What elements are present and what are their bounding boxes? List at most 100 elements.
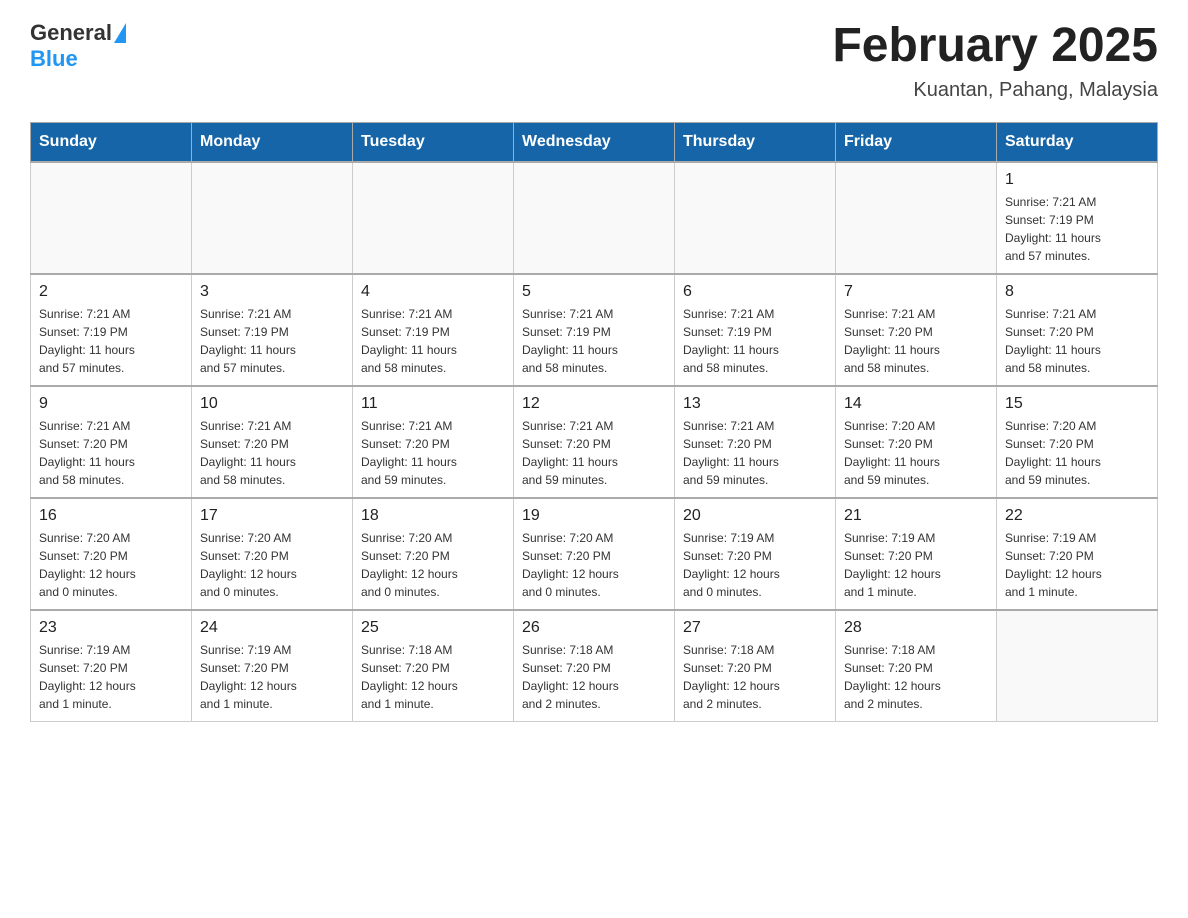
logo-blue-text: Blue: [30, 46, 78, 72]
day-header-tuesday: Tuesday: [353, 122, 514, 162]
day-info: Sunrise: 7:20 AM Sunset: 7:20 PM Dayligh…: [1005, 417, 1149, 489]
day-number: 14: [844, 395, 988, 413]
day-info: Sunrise: 7:19 AM Sunset: 7:20 PM Dayligh…: [844, 529, 988, 601]
day-number: 1: [1005, 171, 1149, 189]
day-number: 18: [361, 507, 505, 525]
day-info: Sunrise: 7:18 AM Sunset: 7:20 PM Dayligh…: [683, 641, 827, 713]
calendar-cell: 17 Sunrise: 7:20 AM Sunset: 7:20 PM Dayli…: [192, 498, 353, 610]
day-number: 9: [39, 395, 183, 413]
calendar-cell: 4 Sunrise: 7:21 AM Sunset: 7:19 PM Daylig…: [353, 274, 514, 386]
day-info: Sunrise: 7:20 AM Sunset: 7:20 PM Dayligh…: [522, 529, 666, 601]
day-number: 4: [361, 283, 505, 301]
calendar-cell: 18 Sunrise: 7:20 AM Sunset: 7:20 PM Dayli…: [353, 498, 514, 610]
day-info: Sunrise: 7:21 AM Sunset: 7:19 PM Dayligh…: [200, 305, 344, 377]
day-number: 17: [200, 507, 344, 525]
day-number: 11: [361, 395, 505, 413]
calendar-cell: 24 Sunrise: 7:19 AM Sunset: 7:20 PM Dayli…: [192, 610, 353, 722]
calendar-cell: 5Sunrise: 7:21 AM Sunset: 7:19 PM Daylig…: [514, 274, 675, 386]
day-info: Sunrise: 7:20 AM Sunset: 7:20 PM Dayligh…: [361, 529, 505, 601]
day-number: 28: [844, 619, 988, 637]
day-info: Sunrise: 7:21 AM Sunset: 7:19 PM Dayligh…: [361, 305, 505, 377]
day-info: Sunrise: 7:18 AM Sunset: 7:20 PM Dayligh…: [361, 641, 505, 713]
calendar-cell: 12Sunrise: 7:21 AM Sunset: 7:20 PM Dayli…: [514, 386, 675, 498]
day-info: Sunrise: 7:20 AM Sunset: 7:20 PM Dayligh…: [200, 529, 344, 601]
day-number: 20: [683, 507, 827, 525]
calendar-cell: [31, 162, 192, 274]
day-info: Sunrise: 7:20 AM Sunset: 7:20 PM Dayligh…: [39, 529, 183, 601]
day-number: 27: [683, 619, 827, 637]
day-number: 12: [522, 395, 666, 413]
calendar-cell: 23 Sunrise: 7:19 AM Sunset: 7:20 PM Dayli…: [31, 610, 192, 722]
day-number: 10: [200, 395, 344, 413]
day-number: 24: [200, 619, 344, 637]
day-header-friday: Friday: [836, 122, 997, 162]
day-header-thursday: Thursday: [675, 122, 836, 162]
day-info: Sunrise: 7:21 AM Sunset: 7:19 PM Dayligh…: [39, 305, 183, 377]
day-info: Sunrise: 7:19 AM Sunset: 7:20 PM Dayligh…: [683, 529, 827, 601]
calendar-cell: 6 Sunrise: 7:21 AM Sunset: 7:19 PM Daylig…: [675, 274, 836, 386]
calendar-cell: 20 Sunrise: 7:19 AM Sunset: 7:20 PM Dayli…: [675, 498, 836, 610]
calendar-cell: 1 Sunrise: 7:21 AM Sunset: 7:19 PM Daylig…: [997, 162, 1158, 274]
day-info: Sunrise: 7:21 AM Sunset: 7:20 PM Dayligh…: [683, 417, 827, 489]
logo: General Blue: [30, 20, 126, 72]
calendar-cell: 27 Sunrise: 7:18 AM Sunset: 7:20 PM Dayli…: [675, 610, 836, 722]
day-number: 6: [683, 283, 827, 301]
calendar-cell: 14 Sunrise: 7:20 AM Sunset: 7:20 PM Dayli…: [836, 386, 997, 498]
logo-general-text: General: [30, 20, 112, 46]
calendar-cell: 3 Sunrise: 7:21 AM Sunset: 7:19 PM Daylig…: [192, 274, 353, 386]
week-row-4: 16 Sunrise: 7:20 AM Sunset: 7:20 PM Dayli…: [31, 498, 1158, 610]
logo-triangle-icon: [114, 23, 126, 43]
day-number: 3: [200, 283, 344, 301]
day-number: 13: [683, 395, 827, 413]
day-number: 2: [39, 283, 183, 301]
day-number: 21: [844, 507, 988, 525]
day-info: Sunrise: 7:20 AM Sunset: 7:20 PM Dayligh…: [844, 417, 988, 489]
calendar-cell: [836, 162, 997, 274]
calendar-title: February 2025: [832, 20, 1158, 73]
calendar-cell: 9Sunrise: 7:21 AM Sunset: 7:20 PM Daylig…: [31, 386, 192, 498]
day-info: Sunrise: 7:18 AM Sunset: 7:20 PM Dayligh…: [522, 641, 666, 713]
calendar-cell: 10 Sunrise: 7:21 AM Sunset: 7:20 PM Dayli…: [192, 386, 353, 498]
day-info: Sunrise: 7:18 AM Sunset: 7:20 PM Dayligh…: [844, 641, 988, 713]
day-info: Sunrise: 7:21 AM Sunset: 7:20 PM Dayligh…: [361, 417, 505, 489]
day-number: 5: [522, 283, 666, 301]
day-header-saturday: Saturday: [997, 122, 1158, 162]
day-header-monday: Monday: [192, 122, 353, 162]
calendar-cell: 22 Sunrise: 7:19 AM Sunset: 7:20 PM Dayli…: [997, 498, 1158, 610]
calendar-cell: [997, 610, 1158, 722]
day-header-wednesday: Wednesday: [514, 122, 675, 162]
day-info: Sunrise: 7:19 AM Sunset: 7:20 PM Dayligh…: [1005, 529, 1149, 601]
title-block: February 2025 Kuantan, Pahang, Malaysia: [832, 20, 1158, 102]
calendar-cell: [353, 162, 514, 274]
calendar-cell: [192, 162, 353, 274]
calendar-cell: 19 Sunrise: 7:20 AM Sunset: 7:20 PM Dayli…: [514, 498, 675, 610]
calendar-cell: 11 Sunrise: 7:21 AM Sunset: 7:20 PM Dayli…: [353, 386, 514, 498]
day-info: Sunrise: 7:21 AM Sunset: 7:20 PM Dayligh…: [1005, 305, 1149, 377]
calendar-cell: 8Sunrise: 7:21 AM Sunset: 7:20 PM Daylig…: [997, 274, 1158, 386]
calendar-cell: 21 Sunrise: 7:19 AM Sunset: 7:20 PM Dayli…: [836, 498, 997, 610]
calendar-subtitle: Kuantan, Pahang, Malaysia: [832, 79, 1158, 102]
day-number: 25: [361, 619, 505, 637]
day-info: Sunrise: 7:21 AM Sunset: 7:19 PM Dayligh…: [1005, 193, 1149, 265]
calendar-cell: 7Sunrise: 7:21 AM Sunset: 7:20 PM Daylig…: [836, 274, 997, 386]
calendar-cell: 2 Sunrise: 7:21 AM Sunset: 7:19 PM Daylig…: [31, 274, 192, 386]
calendar-header-row: SundayMondayTuesdayWednesdayThursdayFrid…: [31, 122, 1158, 162]
calendar-table: SundayMondayTuesdayWednesdayThursdayFrid…: [30, 122, 1158, 722]
day-number: 23: [39, 619, 183, 637]
day-number: 16: [39, 507, 183, 525]
day-info: Sunrise: 7:21 AM Sunset: 7:19 PM Dayligh…: [683, 305, 827, 377]
page-header: General Blue February 2025 Kuantan, Paha…: [30, 20, 1158, 102]
day-number: 19: [522, 507, 666, 525]
calendar-cell: 28 Sunrise: 7:18 AM Sunset: 7:20 PM Dayli…: [836, 610, 997, 722]
week-row-3: 9 Sunrise: 7:21 AM Sunset: 7:20 PM Daylig…: [31, 386, 1158, 498]
day-info: Sunrise: 7:21 AM Sunset: 7:20 PM Dayligh…: [200, 417, 344, 489]
calendar-cell: 13 Sunrise: 7:21 AM Sunset: 7:20 PM Dayli…: [675, 386, 836, 498]
day-number: 26: [522, 619, 666, 637]
day-info: Sunrise: 7:19 AM Sunset: 7:20 PM Dayligh…: [200, 641, 344, 713]
day-number: 22: [1005, 507, 1149, 525]
day-info: Sunrise: 7:19 AM Sunset: 7:20 PM Dayligh…: [39, 641, 183, 713]
calendar-cell: 25 Sunrise: 7:18 AM Sunset: 7:20 PM Dayli…: [353, 610, 514, 722]
day-number: 7: [844, 283, 988, 301]
week-row-5: 23 Sunrise: 7:19 AM Sunset: 7:20 PM Dayli…: [31, 610, 1158, 722]
calendar-cell: 16 Sunrise: 7:20 AM Sunset: 7:20 PM Dayli…: [31, 498, 192, 610]
